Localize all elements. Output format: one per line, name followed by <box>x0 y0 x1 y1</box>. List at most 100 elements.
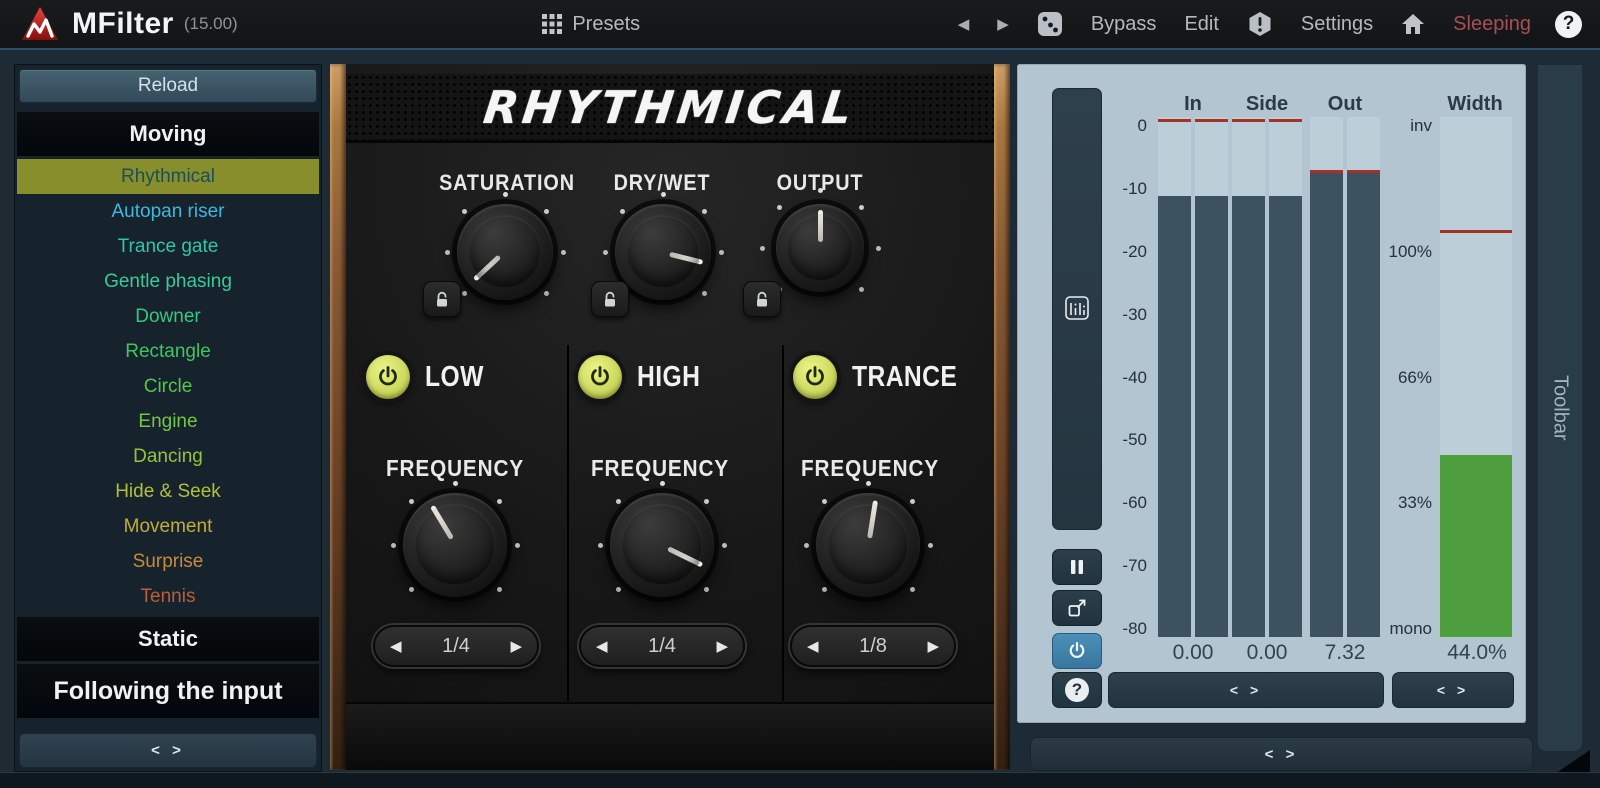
trance-band-power-button[interactable] <box>793 355 837 399</box>
output-label: OUTPUT <box>748 170 892 196</box>
stepper-next-icon[interactable]: ▶ <box>927 637 939 655</box>
edit-button[interactable]: Edit <box>1170 13 1232 36</box>
presets-button[interactable]: Presets <box>527 13 654 36</box>
saturation-knob[interactable] <box>457 204 553 300</box>
stepper-prev-icon[interactable]: ◀ <box>807 637 819 655</box>
band-divider <box>567 345 569 701</box>
high-rate-stepper[interactable]: ◀ 1/4 ▶ <box>579 625 745 667</box>
stepper-prev-icon[interactable]: ◀ <box>390 637 402 655</box>
bypass-button[interactable]: Bypass <box>1077 13 1171 36</box>
previous-preset-button[interactable]: ◀ <box>944 15 984 33</box>
meter-group-label: Side <box>1232 93 1302 116</box>
stepper-prev-icon[interactable]: ◀ <box>596 637 608 655</box>
high-rate-value: 1/4 <box>648 635 676 658</box>
preset-title-banner: RHYTHMICAL <box>346 74 994 143</box>
bottom-resize-handle[interactable]: < > <box>1030 737 1533 771</box>
level-meter-bar[interactable] <box>1158 117 1191 637</box>
meter-help-button[interactable]: ? <box>1052 672 1102 708</box>
preset-item[interactable]: Rectangle <box>17 334 319 369</box>
band-divider <box>782 345 784 701</box>
level-meter-bar[interactable] <box>1269 117 1302 637</box>
meter-panel: ? 0-10-20-30-40-50-60-70-80inv100%66%33%… <box>1017 64 1526 723</box>
preset-item[interactable]: Autopan riser <box>17 194 319 229</box>
high-band-power-button[interactable] <box>578 355 622 399</box>
drywet-knob[interactable] <box>615 204 711 300</box>
knob-ticks <box>453 543 458 548</box>
db-tick: -80 <box>1077 619 1147 639</box>
next-preset-button[interactable]: ▶ <box>983 15 1023 33</box>
trance-frequency-label: FREQUENCY <box>798 455 942 482</box>
preset-item[interactable]: Tennis <box>17 579 319 614</box>
toolbar-tab[interactable]: Toolbar <box>1537 64 1583 752</box>
stepper-next-icon[interactable]: ▶ <box>510 637 522 655</box>
meter-value: 0.00 <box>1232 641 1302 665</box>
preset-item[interactable]: Downer <box>17 299 319 334</box>
db-tick: -50 <box>1077 430 1147 450</box>
meter-resize-handle[interactable]: < > <box>1108 672 1384 708</box>
high-frequency-knob[interactable] <box>610 493 714 597</box>
mfilter-window: MFilter (15.00) Presets ◀ ▶ Bypass Edit <box>0 0 1600 788</box>
home-icon[interactable] <box>1387 13 1439 35</box>
presets-label: Presets <box>572 13 640 36</box>
preset-group-header[interactable]: Static <box>17 617 319 661</box>
preset-item[interactable]: Surprise <box>17 544 319 579</box>
preset-item[interactable]: Gentle phasing <box>17 264 319 299</box>
melda-logo-icon[interactable] <box>20 5 60 43</box>
width-meter-bar[interactable] <box>1440 117 1512 637</box>
preset-item[interactable]: Engine <box>17 404 319 439</box>
level-meter-bar[interactable] <box>1347 117 1380 637</box>
preset-browser-resize-handle[interactable]: < > <box>19 733 317 768</box>
app-title: MFilter <box>72 7 174 41</box>
preset-item[interactable]: Rhythmical <box>17 159 319 194</box>
grid-icon <box>541 13 563 35</box>
level-meter-bar[interactable] <box>1310 117 1343 637</box>
warning-hexagon-icon[interactable] <box>1233 11 1287 37</box>
drywet-label: DRY/WET <box>590 170 734 196</box>
preset-browser: Reload MovingRhythmicalAutopan riserTran… <box>14 64 322 772</box>
knob-ticks <box>660 543 665 548</box>
settings-button[interactable]: Settings <box>1287 13 1387 36</box>
db-tick: -60 <box>1077 493 1147 513</box>
high-band-label: HIGH <box>637 361 700 394</box>
stepper-next-icon[interactable]: ▶ <box>716 637 728 655</box>
preset-group-header[interactable]: Following the input <box>17 664 319 718</box>
low-rate-stepper[interactable]: ◀ 1/4 ▶ <box>373 625 539 667</box>
output-knob[interactable] <box>776 204 864 292</box>
sleeping-status[interactable]: Sleeping <box>1439 13 1545 36</box>
width-meter-resize-handle[interactable]: < > <box>1392 672 1514 708</box>
db-tick: 0 <box>1077 116 1147 136</box>
help-button[interactable]: ? <box>1545 11 1600 38</box>
trance-frequency-knob[interactable] <box>816 493 920 597</box>
plugin-edit-panel: RHYTHMICAL SATURATION DRY/WET OUTPUT <box>330 64 1010 770</box>
toolbar-tab-label: Toolbar <box>1549 375 1572 441</box>
level-meter-bar[interactable] <box>1195 117 1228 637</box>
low-frequency-knob[interactable] <box>403 493 507 597</box>
knob-ticks <box>866 543 871 548</box>
level-meter-bar[interactable] <box>1232 117 1265 637</box>
app-version: (15.00) <box>184 14 238 34</box>
trance-band-label: TRANCE <box>852 361 957 394</box>
low-band-power-button[interactable] <box>366 355 410 399</box>
preset-item[interactable]: Circle <box>17 369 319 404</box>
knob-ticks <box>818 246 823 251</box>
meter-value: 7.32 <box>1310 641 1380 665</box>
db-tick: -20 <box>1077 242 1147 262</box>
preset-item[interactable]: Hide & Seek <box>17 474 319 509</box>
meter-group-label: In <box>1158 93 1228 116</box>
preset-item[interactable]: Dancing <box>17 439 319 474</box>
preset-item[interactable]: Trance gate <box>17 229 319 264</box>
saturation-lock-button[interactable] <box>423 281 461 317</box>
high-frequency-label: FREQUENCY <box>588 455 732 482</box>
preset-item[interactable]: Movement <box>17 509 319 544</box>
random-preset-dice-button[interactable] <box>1023 11 1077 37</box>
reload-button[interactable]: Reload <box>19 69 317 103</box>
window-resize-grip[interactable] <box>1556 750 1590 773</box>
meter-group-label: Out <box>1310 93 1380 116</box>
drywet-lock-button[interactable] <box>591 281 629 317</box>
top-toolbar: MFilter (15.00) Presets ◀ ▶ Bypass Edit <box>0 0 1600 50</box>
low-frequency-label: FREQUENCY <box>383 455 527 482</box>
output-lock-button[interactable] <box>743 281 781 317</box>
preset-group-header[interactable]: Moving <box>17 112 319 156</box>
trance-rate-stepper[interactable]: ◀ 1/8 ▶ <box>790 625 956 667</box>
low-band-label: LOW <box>425 361 484 394</box>
